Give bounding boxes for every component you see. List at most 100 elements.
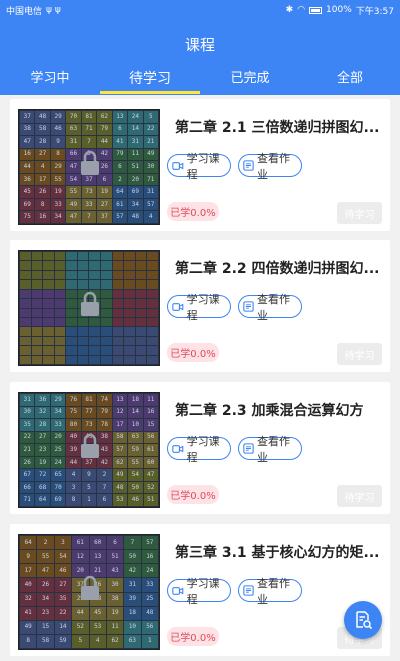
magic-square-cell: 14 bbox=[128, 123, 143, 136]
view-homework-button[interactable]: 查看作业 bbox=[238, 435, 302, 464]
magic-square-cell: 27 bbox=[35, 431, 50, 444]
magic-square-cell bbox=[124, 308, 135, 317]
magic-square-cell bbox=[124, 317, 135, 327]
magic-square-cell: 51 bbox=[143, 494, 158, 506]
magic-square-cell bbox=[89, 252, 101, 261]
magic-square-cell: 36 bbox=[35, 394, 50, 406]
magic-square-cell: 58 bbox=[37, 634, 54, 648]
magic-square-cell bbox=[54, 327, 66, 336]
magic-square-cell bbox=[124, 270, 135, 280]
magic-square-cell: 2 bbox=[112, 173, 128, 186]
magic-square-cell bbox=[20, 261, 31, 270]
magic-square-cell bbox=[112, 346, 124, 355]
magic-square-cell: 7 bbox=[81, 136, 97, 148]
magic-square-cell bbox=[43, 317, 54, 327]
magic-square-cell: 31 bbox=[66, 136, 81, 148]
magic-square-cell: 67 bbox=[20, 469, 35, 481]
magic-square-cell bbox=[77, 270, 89, 280]
magic-square-cell: 44 bbox=[20, 161, 35, 173]
magic-square-cell: 48 bbox=[141, 606, 158, 620]
magic-square-cell bbox=[20, 355, 31, 364]
magic-square-cell: 59 bbox=[128, 444, 143, 456]
course-card[interactable]: 31 36 29 76 81 74 13 18 11 30 32 34 75 77 79 12 14 16 35 28… bbox=[10, 382, 390, 514]
course-card[interactable]: 第二章 2.2 四倍数递归拼图幻... 学习课程 查看作业 已学0.0% 待学习 bbox=[10, 240, 390, 372]
magic-square-cell bbox=[66, 317, 77, 327]
pending-status-button[interactable]: 待学习 bbox=[337, 343, 382, 365]
magic-square-cell: 13 bbox=[112, 394, 128, 406]
magic-square-cell: 69 bbox=[50, 494, 66, 506]
course-title[interactable]: 第三章 3.1 基于核心幻方的矩... bbox=[175, 542, 385, 562]
floating-action-button[interactable] bbox=[344, 601, 382, 639]
course-title[interactable]: 第二章 2.3 加乘混合运算幻方 bbox=[175, 400, 385, 420]
view-homework-button[interactable]: 查看作业 bbox=[238, 152, 302, 181]
magic-square-cell bbox=[20, 252, 31, 261]
magic-square-cell: 66 bbox=[20, 481, 35, 494]
magic-square-cell: 60 bbox=[143, 456, 158, 469]
magic-square-cell bbox=[43, 252, 54, 261]
magic-square-cell: 14 bbox=[128, 406, 143, 419]
view-homework-button[interactable]: 查看作业 bbox=[238, 577, 302, 606]
study-course-button[interactable]: 学习课程 bbox=[167, 152, 231, 181]
pending-status-button[interactable]: 待学习 bbox=[337, 202, 382, 224]
course-card[interactable]: 64 2 3 61 60 6 7 57 9 55 54 12 13 51 50 16 17 47 46 20 21 43 4… bbox=[10, 524, 390, 656]
magic-square-cell bbox=[124, 355, 135, 364]
magic-square-cell: 10 bbox=[128, 419, 143, 431]
tab-completed[interactable]: 已完成 bbox=[200, 68, 300, 95]
magic-square-cell: 31 bbox=[128, 136, 143, 148]
status-bar: 中国电信 ψ ψ ✱ ◠ 100% 下午3:57 bbox=[0, 0, 400, 20]
magic-square-cell: 55 bbox=[128, 456, 143, 469]
magic-square-cell: 63 bbox=[128, 431, 143, 444]
magic-square-cell: 9 bbox=[81, 469, 97, 481]
magic-square-cell: 53 bbox=[112, 494, 128, 506]
magic-square-cell bbox=[135, 252, 147, 261]
course-title[interactable]: 第二章 2.1 三倍数递归拼图幻... bbox=[175, 117, 385, 137]
view-homework-label: 查看作业 bbox=[256, 576, 290, 606]
magic-square-cell bbox=[66, 299, 77, 308]
magic-square-cell: 64 bbox=[20, 536, 37, 550]
magic-square-cell: 30 bbox=[20, 406, 35, 419]
study-course-button[interactable]: 学习课程 bbox=[167, 435, 231, 464]
magic-square-cell: 49 bbox=[20, 620, 37, 634]
video-icon bbox=[172, 161, 184, 170]
magic-square-cell: 69 bbox=[128, 186, 143, 198]
magic-square-cell: 4 bbox=[35, 161, 50, 173]
tab-pending[interactable]: 待学习 bbox=[100, 68, 200, 95]
view-homework-button[interactable]: 查看作业 bbox=[238, 293, 302, 322]
magic-square-cell bbox=[66, 336, 77, 346]
magic-square-cell: 48 bbox=[35, 111, 50, 123]
magic-square-cell: 8 bbox=[66, 494, 81, 506]
magic-square-cell: 70 bbox=[50, 481, 66, 494]
magic-square-cell: 79 bbox=[97, 406, 112, 419]
course-thumbnail: 37 48 29 70 81 62 13 24 5 38 58 46 63 71 79 6 14 22 47 28 9 3… bbox=[18, 109, 160, 225]
study-course-label: 学习课程 bbox=[186, 576, 220, 606]
magic-square-cell: 38 bbox=[20, 123, 35, 136]
magic-square-cell: 2 bbox=[37, 536, 54, 550]
tab-all[interactable]: 全部 bbox=[300, 68, 400, 95]
magic-square-cell: 61 bbox=[72, 536, 89, 550]
magic-square-cell: 45 bbox=[20, 186, 35, 198]
magic-square-cell: 10 bbox=[124, 620, 141, 634]
magic-square-cell bbox=[43, 346, 54, 355]
video-icon bbox=[172, 444, 184, 453]
tab-learning[interactable]: 学习中 bbox=[0, 68, 100, 95]
magic-square-cell bbox=[135, 317, 147, 327]
magic-square-cell: 65 bbox=[50, 469, 66, 481]
progress-badge: 已学0.0% bbox=[167, 627, 219, 646]
course-card[interactable]: 37 48 29 70 81 62 13 24 5 38 58 46 63 71 79 6 14 22 47 28 9 3… bbox=[10, 99, 390, 231]
magic-square-cell: 50 bbox=[124, 550, 141, 564]
magic-square-cell bbox=[147, 299, 158, 308]
view-homework-label: 查看作业 bbox=[256, 292, 290, 322]
magic-square-cell: 41 bbox=[112, 136, 128, 148]
magic-square-cell: 56 bbox=[141, 620, 158, 634]
magic-square-cell: 46 bbox=[50, 123, 66, 136]
magic-square-cell: 57 bbox=[112, 211, 128, 223]
course-title[interactable]: 第二章 2.2 四倍数递归拼图幻... bbox=[175, 258, 385, 278]
study-course-button[interactable]: 学习课程 bbox=[167, 577, 231, 606]
magic-square-cell: 3 bbox=[66, 481, 81, 494]
magic-square-cell bbox=[66, 289, 77, 299]
magic-square-cell bbox=[54, 317, 66, 327]
magic-square-cell bbox=[135, 289, 147, 299]
magic-square-cell: 8 bbox=[35, 198, 50, 211]
pending-status-button[interactable]: 待学习 bbox=[337, 485, 382, 507]
study-course-button[interactable]: 学习课程 bbox=[167, 293, 231, 322]
